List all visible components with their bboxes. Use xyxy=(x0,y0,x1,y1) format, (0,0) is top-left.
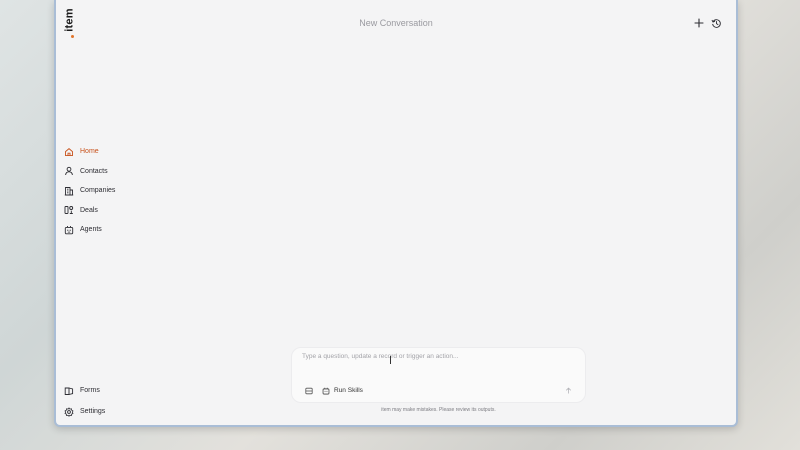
chat-input[interactable] xyxy=(302,353,572,360)
disclaimer-text: item may make mistakes. Please review it… xyxy=(381,407,496,413)
sidebar-item-label: Contacts xyxy=(80,167,108,175)
attach-icon xyxy=(305,387,313,395)
arrow-up-icon xyxy=(565,387,571,394)
text-cursor xyxy=(390,356,391,364)
sidebar-item-label: Companies xyxy=(80,187,116,195)
sidebar-item-agents[interactable]: Agents xyxy=(64,220,115,240)
run-skills-button[interactable]: Run Skills xyxy=(322,384,363,397)
new-conversation-button[interactable] xyxy=(692,16,706,30)
app-window: item New Conversation Home Contacts Comp… xyxy=(54,0,738,427)
sidebar-item-label: Forms xyxy=(80,387,100,394)
attach-button[interactable] xyxy=(304,386,314,396)
deals-icon xyxy=(64,206,74,215)
forms-icon xyxy=(64,387,74,395)
sidebar-item-label: Settings xyxy=(80,408,106,415)
sidebar-nav: Home Contacts Companies Deals Agents xyxy=(64,142,115,240)
run-skills-label: Run Skills xyxy=(334,387,363,394)
page-title: New Conversation xyxy=(359,18,433,28)
sidebar-item-deals[interactable]: Deals xyxy=(64,201,115,221)
sidebar-item-companies[interactable]: Companies xyxy=(64,181,115,201)
user-icon xyxy=(65,167,73,176)
history-button[interactable] xyxy=(709,16,723,30)
logo-dot xyxy=(71,35,74,38)
sidebar-bottom-nav: Forms Settings xyxy=(64,380,105,422)
building-icon xyxy=(64,186,74,196)
sidebar-item-contacts[interactable]: Contacts xyxy=(64,162,115,182)
home-icon xyxy=(65,147,73,156)
sidebar-item-label: Home xyxy=(80,148,99,156)
skills-icon xyxy=(322,387,330,394)
send-button[interactable] xyxy=(563,385,573,395)
chat-composer: Run Skills xyxy=(291,347,586,403)
sidebar-item-label: Deals xyxy=(80,206,98,214)
robot-icon xyxy=(64,225,74,235)
history-icon xyxy=(711,18,721,28)
sidebar-item-home[interactable]: Home xyxy=(64,142,115,162)
gear-icon xyxy=(64,407,74,417)
sidebar-item-label: Agents xyxy=(80,226,102,234)
sidebar-item-settings[interactable]: Settings xyxy=(64,401,105,422)
sidebar-item-forms[interactable]: Forms xyxy=(64,380,105,401)
plus-icon xyxy=(694,18,704,28)
